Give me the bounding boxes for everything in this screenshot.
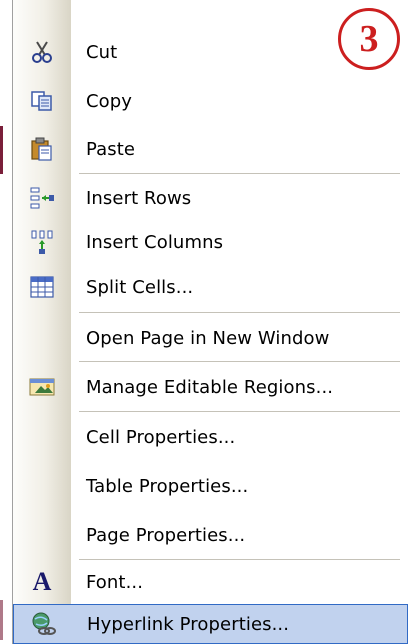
insert-rows-icon [13,176,71,220]
menu-item-label: Manage Editable Regions... [86,376,334,398]
step-number-badge: 3 [338,8,400,70]
menu-item-label: Hyperlink Properties... [87,613,290,635]
menu-item-label: Cut [86,41,118,63]
context-menu: Cut Copy Paste Insert Rows Insert Column… [12,0,408,644]
menu-item-copy[interactable]: Copy [13,79,408,123]
menu-item-cell-properties[interactable]: Cell Properties... [13,415,408,459]
menu-item-label: Open Page in New Window [86,327,330,349]
hyperlink-icon [14,604,72,644]
step-number: 3 [359,18,379,60]
menu-item-insert-rows[interactable]: Insert Rows [13,176,408,220]
font-glyph: A [32,567,52,596]
menu-item-split-cells[interactable]: Split Cells... [13,265,408,309]
menu-item-manage-editable-regions[interactable]: Manage Editable Regions... [13,365,408,409]
copy-icon [13,79,71,123]
font-icon: A [13,560,71,604]
menu-item-page-properties[interactable]: Page Properties... [13,513,408,557]
menu-item-label: Cell Properties... [86,426,236,448]
menu-item-label: Paste [86,138,136,160]
left-edge [0,0,6,644]
scissors-icon [13,30,71,74]
left-edge-mark [0,600,3,640]
menu-item-label: Insert Columns [86,231,224,253]
editable-regions-icon [13,365,71,409]
paste-icon [13,127,71,171]
menu-item-hyperlink-properties[interactable]: Hyperlink Properties... [13,604,408,644]
menu-item-font[interactable]: A Font... [13,560,408,604]
menu-separator [79,361,400,362]
left-edge-mark [0,126,3,174]
menu-item-label: Font... [86,571,144,593]
menu-separator [79,312,400,313]
menu-separator [79,173,400,174]
menu-item-open-page-new-window[interactable]: Open Page in New Window [13,316,408,360]
split-cells-icon [13,265,71,309]
insert-columns-icon [13,220,71,264]
menu-item-paste[interactable]: Paste [13,127,408,171]
menu-item-table-properties[interactable]: Table Properties... [13,464,408,508]
menu-item-label: Page Properties... [86,524,246,546]
menu-item-label: Table Properties... [86,475,249,497]
menu-item-insert-columns[interactable]: Insert Columns [13,220,408,264]
menu-separator [79,411,400,412]
menu-item-label: Copy [86,90,133,112]
menu-item-label: Insert Rows [86,187,192,209]
menu-item-label: Split Cells... [86,276,194,298]
